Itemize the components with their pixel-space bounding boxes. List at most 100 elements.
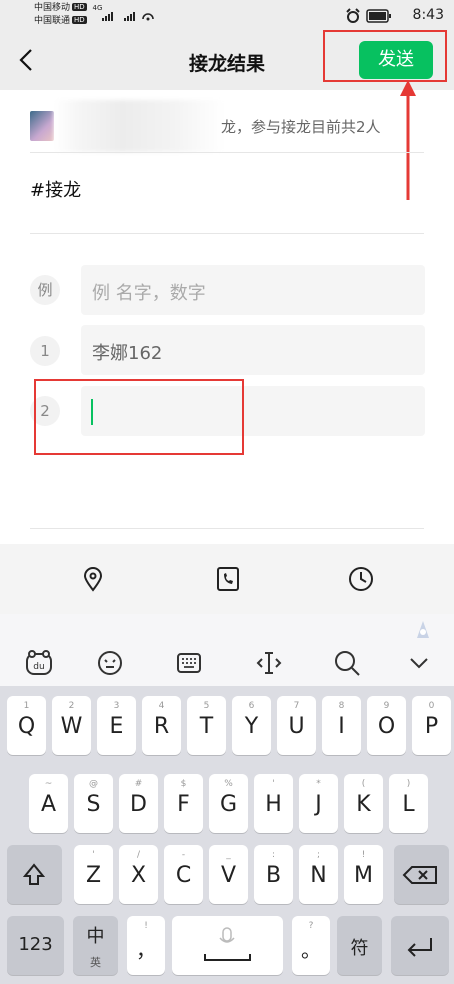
key-sub-label: 8 — [338, 701, 345, 711]
group-thumbnail — [30, 111, 54, 141]
key-sub-label: 0 — [428, 701, 435, 711]
key-r[interactable]: 4R — [142, 696, 181, 755]
divider — [30, 233, 424, 234]
key-e[interactable]: 3E — [97, 696, 136, 755]
key-d[interactable]: # D — [119, 774, 158, 833]
key-sub-label: : — [271, 850, 276, 860]
comma-key[interactable]: !， — [127, 916, 165, 975]
key-sub-label: - — [181, 850, 186, 860]
chevron-down-icon[interactable] — [404, 648, 434, 678]
key-i[interactable]: 8I — [322, 696, 361, 755]
baidu-logo-icon[interactable]: du — [24, 648, 54, 678]
carrier-line-2: 中国联通 HD — [34, 15, 87, 27]
key-label: E — [109, 714, 124, 739]
key-sub-label: _ — [226, 850, 231, 860]
key-o[interactable]: 9O — [367, 696, 406, 755]
battery-icon — [366, 9, 391, 23]
entry-row-1[interactable]: 李娜162 — [81, 325, 425, 375]
row-number-1: 1 — [30, 336, 60, 366]
key-label: 中 — [86, 926, 105, 947]
key-s[interactable]: @ S — [74, 774, 113, 833]
key-m[interactable]: ! M — [344, 845, 383, 904]
key-label: K — [356, 792, 371, 817]
keyboard-layout-icon[interactable] — [174, 648, 204, 678]
backspace-key[interactable] — [394, 845, 449, 904]
key-l[interactable]: ) L — [389, 774, 428, 833]
key-x[interactable]: / X — [119, 845, 158, 904]
key-c[interactable]: -C — [164, 845, 203, 904]
key-sub-label: 9 — [383, 701, 390, 711]
language-switch-key[interactable]: 中英 — [73, 916, 118, 975]
key-label: ， — [136, 938, 156, 962]
numbers-key[interactable]: 123 — [7, 916, 64, 975]
enter-key[interactable] — [391, 916, 449, 975]
key-h[interactable]: ' H — [254, 774, 293, 833]
blurred-text — [54, 100, 224, 152]
key-sub-label: * — [316, 779, 321, 789]
shift-icon — [22, 863, 46, 885]
key-label: 123 — [18, 934, 53, 955]
key-u[interactable]: 7U — [277, 696, 316, 755]
assistant-icon[interactable] — [413, 619, 433, 639]
key-g[interactable]: % G — [209, 774, 248, 833]
key-label: C — [175, 863, 192, 888]
keyboard-toolbar: du — [0, 614, 454, 686]
key-label: O — [377, 714, 396, 739]
divider — [30, 152, 424, 153]
key-sub-label: ( — [361, 779, 366, 789]
key-sub-label: ; — [316, 850, 321, 860]
clock-icon[interactable] — [348, 566, 374, 592]
carrier-2: 中国联通 — [34, 16, 71, 26]
period-key[interactable]: ?。 — [292, 916, 330, 975]
signal-icon — [102, 12, 154, 21]
key-label: Y — [244, 714, 259, 739]
space-key[interactable] — [172, 916, 283, 975]
key-f[interactable]: $ F — [164, 774, 203, 833]
key-k[interactable]: (K — [344, 774, 383, 833]
key-q[interactable]: 1Q — [7, 696, 46, 755]
red-arrow-annotation — [400, 80, 416, 200]
location-icon[interactable] — [80, 566, 106, 592]
key-w[interactable]: 2W — [52, 696, 91, 755]
carrier-line-1: 中国移动 HD 4G — [34, 2, 102, 14]
alarm-icon — [346, 8, 360, 23]
key-sub-label: ' — [92, 850, 95, 860]
key-sub-label: / — [136, 850, 141, 860]
key-z[interactable]: ' Z — [74, 845, 113, 904]
key-sub-label: 4 — [158, 701, 165, 711]
emoji-icon[interactable] — [95, 648, 125, 678]
symbols-key[interactable]: 符 — [337, 916, 382, 975]
key-t[interactable]: 5T — [187, 696, 226, 755]
key-a[interactable]: ~ A — [29, 774, 68, 833]
search-icon[interactable] — [332, 648, 362, 678]
key-label: R — [153, 714, 170, 739]
key-label: 。 — [301, 938, 321, 962]
key-label: Q — [17, 714, 36, 739]
key-label: X — [130, 863, 147, 888]
shift-key[interactable] — [7, 845, 62, 904]
key-label: P — [424, 714, 439, 739]
key-sub-label: 2 — [68, 701, 75, 711]
key-b[interactable]: :B — [254, 845, 293, 904]
highlight-box-row2 — [34, 379, 244, 455]
key-sub-label: # — [134, 779, 143, 789]
key-y[interactable]: 6Y — [232, 696, 271, 755]
enter-icon — [407, 938, 432, 957]
phone-icon[interactable] — [215, 566, 241, 592]
entry-text-1[interactable]: 李娜162 — [92, 339, 162, 365]
cursor-move-icon[interactable] — [254, 648, 284, 678]
key-label: M — [354, 863, 373, 888]
key-label: I — [338, 714, 345, 739]
key-j[interactable]: * J — [299, 774, 338, 833]
key-label: D — [130, 792, 147, 817]
clock: 8:43 — [412, 7, 444, 23]
key-n[interactable]: ; N — [299, 845, 338, 904]
key-label: F — [177, 792, 190, 817]
row-number-example: 例 — [30, 275, 60, 305]
key-sub-label: 英 — [90, 956, 101, 969]
key-p[interactable]: 0P — [412, 696, 451, 755]
key-label: G — [219, 792, 238, 817]
key-v[interactable]: _ V — [209, 845, 248, 904]
key-label: S — [86, 792, 101, 817]
key-sub-label: 5 — [203, 701, 210, 711]
